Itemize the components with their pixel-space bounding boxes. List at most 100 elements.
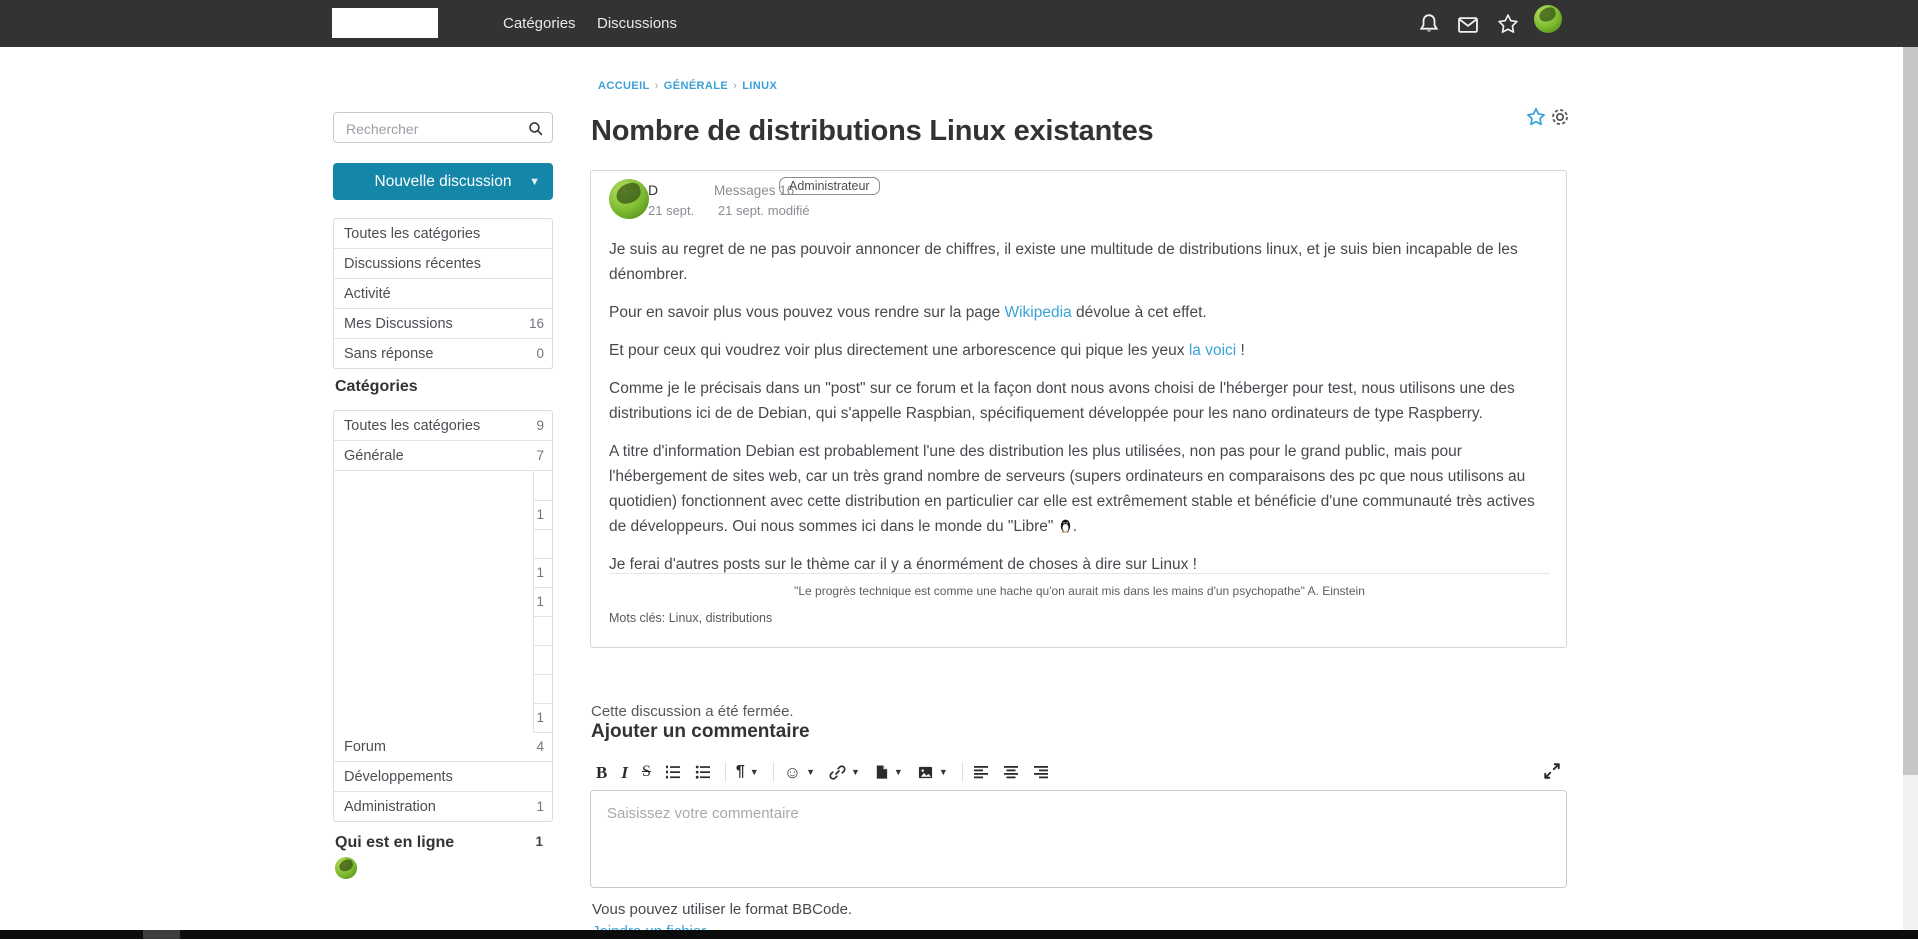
chevron-down-icon[interactable]: ▼ bbox=[529, 176, 540, 188]
post-paragraph: Pour en savoir plus vous pouvez vous ren… bbox=[609, 300, 1550, 325]
inline-link[interactable]: Wikipedia bbox=[1004, 304, 1071, 321]
toolbar-image-button[interactable]: ▼ bbox=[917, 765, 948, 780]
toolbar-align-left-button[interactable] bbox=[973, 764, 989, 780]
category-row-blank[interactable]: 1 bbox=[334, 558, 552, 587]
category-row-blank[interactable] bbox=[334, 645, 552, 674]
category-row-blank[interactable] bbox=[334, 674, 552, 703]
category-row-blank[interactable] bbox=[334, 470, 552, 500]
online-user-avatar[interactable] bbox=[335, 857, 357, 879]
toolbar-align-center-button[interactable] bbox=[1003, 764, 1019, 780]
category-count: 1 bbox=[533, 703, 552, 733]
nav-categories[interactable]: Catégories bbox=[503, 0, 576, 47]
sidebar-nav-item-label: Discussions récentes bbox=[334, 256, 544, 272]
toolbar-bold-button[interactable]: B bbox=[596, 764, 607, 781]
toolbar-align-right-button[interactable] bbox=[1033, 764, 1049, 780]
online-heading-label: Qui est en ligne bbox=[335, 834, 454, 852]
toolbar-emoji-button[interactable]: ☺▼ bbox=[784, 764, 815, 781]
category-count bbox=[533, 529, 552, 559]
toolbar-divider bbox=[773, 762, 774, 782]
breadcrumb-separator: › bbox=[733, 80, 737, 92]
sidebar-nav-item[interactable]: Discussions récentes bbox=[334, 248, 552, 278]
chevron-down-icon[interactable]: ▼ bbox=[894, 767, 903, 777]
fullscreen-expand-icon[interactable] bbox=[1543, 762, 1561, 780]
author-avatar[interactable] bbox=[609, 179, 649, 219]
notifications-bell-icon[interactable] bbox=[1418, 13, 1440, 35]
toolbar-italic-button[interactable]: I bbox=[621, 764, 628, 781]
category-count bbox=[533, 674, 552, 704]
sidebar-nav-item[interactable]: Activité bbox=[334, 278, 552, 308]
toolbar-ordered-list-button[interactable] bbox=[665, 764, 681, 780]
sidebar-nav-item[interactable]: Mes Discussions16 bbox=[334, 308, 552, 338]
category-count bbox=[533, 471, 552, 501]
new-discussion-button[interactable]: Nouvelle discussion ▼ bbox=[333, 163, 553, 200]
chevron-down-icon[interactable]: ▼ bbox=[750, 767, 759, 777]
nav-discussions[interactable]: Discussions bbox=[597, 0, 677, 47]
breadcrumb-current[interactable]: LINUX bbox=[742, 80, 777, 92]
category-row[interactable]: Administration1 bbox=[334, 791, 552, 821]
author-name[interactable]: D bbox=[648, 182, 658, 198]
follow-star-icon[interactable] bbox=[1526, 107, 1546, 127]
toolbar-paragraph-button[interactable]: ¶▼ bbox=[736, 764, 759, 780]
settings-gear-icon[interactable] bbox=[1549, 106, 1571, 128]
sidebar-nav-item-label: Activité bbox=[334, 286, 544, 302]
chevron-down-icon[interactable]: ▼ bbox=[939, 767, 948, 777]
toolbar-unordered-list-button[interactable] bbox=[695, 764, 711, 780]
sidebar-nav-item-label: Mes Discussions bbox=[334, 316, 529, 332]
sidebar-nav-item[interactable]: Toutes les catégories bbox=[334, 219, 552, 248]
toolbar-file-button[interactable]: ▼ bbox=[874, 764, 903, 780]
vertical-scrollbar[interactable] bbox=[1903, 47, 1918, 939]
category-count bbox=[533, 645, 552, 675]
category-label: Administration bbox=[334, 799, 536, 815]
category-row[interactable]: Générale7 bbox=[334, 440, 552, 470]
user-avatar[interactable] bbox=[1534, 5, 1562, 33]
category-count: 1 bbox=[533, 558, 552, 588]
breadcrumb-separator: › bbox=[655, 80, 659, 92]
top-navbar: Catégories Discussions bbox=[0, 0, 1918, 47]
sidebar-nav-item-count: 16 bbox=[529, 316, 552, 331]
chevron-down-icon[interactable]: ▼ bbox=[851, 767, 860, 777]
post-paragraph: Et pour ceux qui voudrez voir plus direc… bbox=[609, 338, 1550, 363]
sidebar-nav-item-count: 0 bbox=[536, 346, 552, 361]
breadcrumb-home[interactable]: ACCUEIL bbox=[598, 80, 650, 92]
breadcrumb-category[interactable]: GÉNÉRALE bbox=[664, 80, 728, 92]
category-count: 9 bbox=[536, 418, 552, 433]
category-row-blank[interactable]: 1 bbox=[334, 500, 552, 529]
role-badge: Administrateur bbox=[779, 177, 880, 195]
search-icon[interactable] bbox=[527, 120, 544, 137]
post-paragraph: Comme je le précisais dans un "post" sur… bbox=[609, 376, 1550, 426]
category-count bbox=[533, 616, 552, 646]
post-paragraph: A titre d'information Debian est probabl… bbox=[609, 439, 1550, 539]
category-row[interactable]: Forum4 bbox=[334, 732, 552, 761]
category-row[interactable]: Toutes les catégories9 bbox=[334, 411, 552, 440]
bookmarks-star-icon[interactable] bbox=[1497, 13, 1519, 35]
category-count: 4 bbox=[536, 739, 552, 754]
signature: "Le progrès technique est comme une hach… bbox=[609, 573, 1550, 598]
site-logo[interactable] bbox=[332, 8, 438, 38]
category-row-blank[interactable]: 1 bbox=[334, 703, 552, 732]
scrollbar-thumb[interactable] bbox=[1903, 47, 1918, 775]
category-row[interactable]: Développements bbox=[334, 761, 552, 791]
category-label: Forum bbox=[334, 739, 536, 755]
search-box bbox=[333, 112, 553, 143]
messages-envelope-icon[interactable] bbox=[1457, 14, 1479, 36]
category-label: Générale bbox=[334, 448, 536, 464]
post-edited-date: 21 sept. modifié bbox=[718, 203, 810, 218]
category-row-blank[interactable] bbox=[334, 616, 552, 645]
category-label: Développements bbox=[334, 769, 544, 785]
sidebar-nav-item[interactable]: Sans réponse0 bbox=[334, 338, 552, 368]
breadcrumb: ACCUEIL › GÉNÉRALE › LINUX bbox=[598, 80, 777, 92]
category-row-blank[interactable]: 1 bbox=[334, 587, 552, 616]
toolbar-strikethrough-button[interactable]: S bbox=[642, 764, 651, 780]
post-date: 21 sept. bbox=[648, 203, 694, 218]
search-input[interactable] bbox=[344, 114, 528, 143]
toolbar-link-button[interactable]: ▼ bbox=[829, 764, 860, 781]
inline-link[interactable]: la voici bbox=[1189, 342, 1236, 359]
comment-input[interactable] bbox=[590, 790, 1567, 888]
category-row-blank[interactable] bbox=[334, 529, 552, 558]
toolbar-divider bbox=[962, 762, 963, 782]
chevron-down-icon[interactable]: ▼ bbox=[806, 767, 815, 777]
sidebar-categories-list: Toutes les catégories9Générale71111Forum… bbox=[333, 410, 553, 822]
post-dates: 21 sept. 21 sept. modifié bbox=[648, 203, 810, 218]
bottom-bar-segment bbox=[143, 930, 180, 939]
sidebar-nav-item-label: Sans réponse bbox=[334, 346, 536, 362]
